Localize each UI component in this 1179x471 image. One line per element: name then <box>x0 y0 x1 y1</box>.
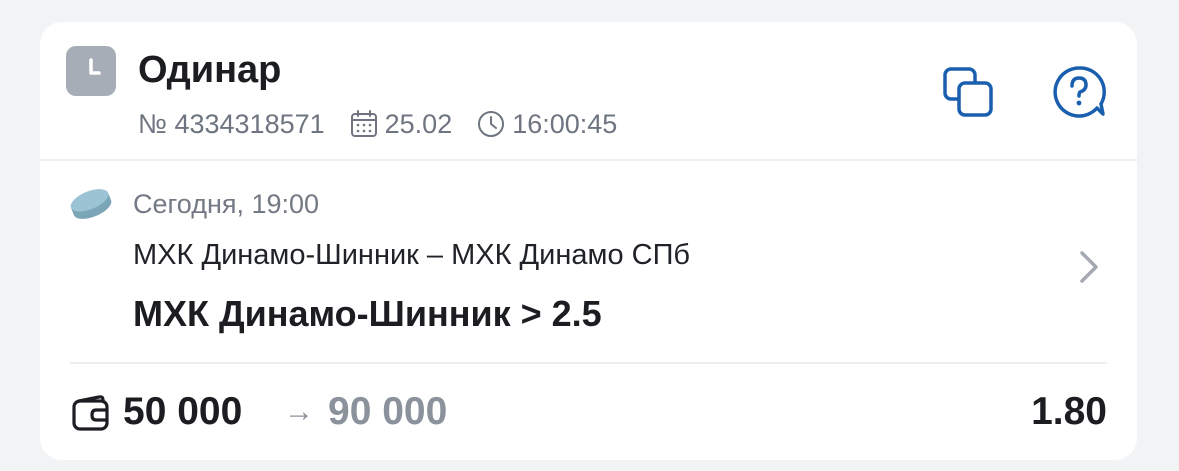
bet-type-title: Одинар <box>138 49 282 91</box>
bet-number: № 4334318571 <box>138 108 325 139</box>
copy-icon <box>943 67 993 117</box>
potential-payout: 90 000 <box>328 390 448 433</box>
event-outcome: МХК Динамо-Шинник > 2.5 <box>133 293 602 334</box>
help-button[interactable] <box>1051 64 1107 120</box>
arrow-right-icon: → <box>284 395 314 428</box>
odds-value: 1.80 <box>1031 390 1107 433</box>
copy-button[interactable] <box>940 64 996 120</box>
calendar-icon <box>350 110 377 137</box>
bet-header: Одинар № 4334318571 25.02 16:00:45 <box>40 22 1137 161</box>
bet-time: 16:00:45 <box>512 108 618 139</box>
bet-meta: № 4334318571 25.02 16:00:45 <box>138 108 617 140</box>
event-start-time: Сегодня, 19:00 <box>133 189 320 219</box>
divider <box>70 362 1107 364</box>
question-bubble-icon <box>1053 66 1106 118</box>
wallet-icon <box>72 395 109 431</box>
time-icon <box>478 111 505 137</box>
bet-date: 25.02 <box>384 108 453 139</box>
event-match-name: МХК Динамо-Шинник – МХК Динамо СПб <box>133 239 691 271</box>
hockey-puck-icon <box>70 189 112 219</box>
bet-summary: 50 000 → 90 000 1.80 <box>40 384 1137 444</box>
event-row[interactable]: Сегодня, 19:00 МХК Динамо-Шинник – МХК Д… <box>40 163 1137 363</box>
bet-card: Одинар № 4334318571 25.02 16:00:45 Сегод… <box>40 22 1137 460</box>
chevron-right-icon <box>1080 251 1098 283</box>
clock-icon <box>66 46 116 96</box>
stake-amount: 50 000 <box>123 390 243 433</box>
